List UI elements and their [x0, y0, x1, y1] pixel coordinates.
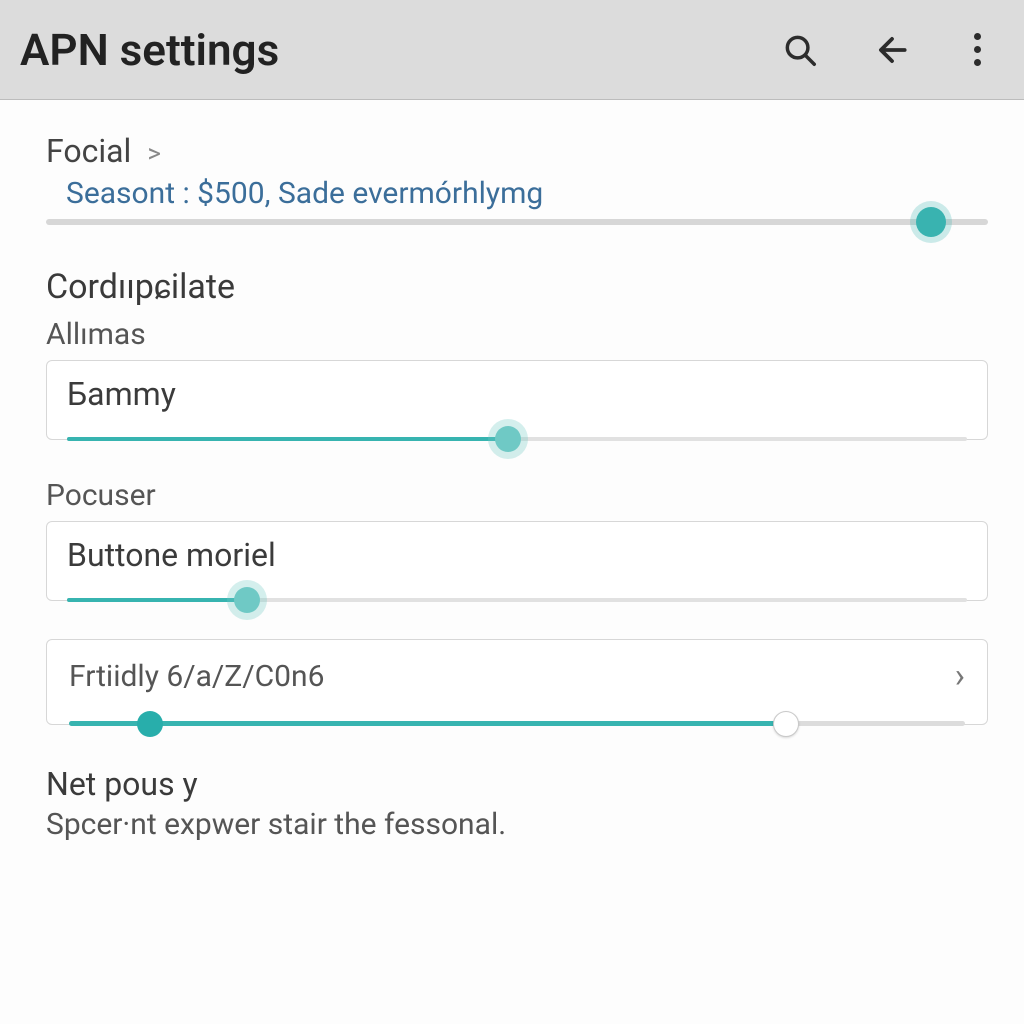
chevron-right-icon: › [955, 656, 965, 696]
frtidly-range-thumb-high[interactable] [773, 711, 799, 737]
pocuser-input[interactable]: Buttone moriel [46, 521, 988, 601]
allimas-value: Бammy [67, 375, 967, 413]
net-pousy-title: Net pous y [46, 765, 988, 803]
app-bar-actions [778, 28, 1004, 72]
pocuser-value: Buttone moriel [67, 536, 967, 574]
frtidly-range[interactable] [69, 721, 965, 726]
frtidly-range-fill [69, 721, 786, 726]
content-area: Focial > Seasont : $500, Sade evermórhly… [0, 100, 1024, 862]
breadcrumb-label: Focial [46, 132, 131, 170]
allimas-label: Allımas [46, 317, 988, 352]
frtidly-row[interactable]: Frtiidly 6/a/Z/C0n6 › [46, 639, 988, 725]
back-icon[interactable] [870, 28, 914, 72]
search-icon[interactable] [778, 28, 822, 72]
breadcrumb-subtext[interactable]: Seasont : $500, Sade evermórhlymg [66, 176, 988, 211]
pocuser-slider-fill [67, 598, 247, 602]
pocuser-slider-thumb[interactable] [234, 587, 260, 613]
app-bar: APN settings [0, 0, 1024, 100]
top-slider[interactable] [46, 219, 988, 225]
page-title: APN settings [20, 24, 778, 76]
pocuser-label: Pocuser [46, 478, 988, 513]
allimas-slider-fill [67, 437, 508, 441]
allimas-input[interactable]: Бammy [46, 360, 988, 440]
pocuser-slider[interactable] [67, 598, 967, 602]
allimas-slider-thumb[interactable] [495, 426, 521, 452]
section-cordupilate-title: Cordııpɕilate [46, 267, 988, 307]
more-options-icon[interactable] [962, 28, 992, 72]
frtidly-range-thumb-low[interactable] [137, 711, 163, 737]
net-pousy-desc: Spcer·nt expwer stair the fessonal. [46, 807, 988, 842]
breadcrumb[interactable]: Focial > [46, 132, 988, 170]
frtidly-value: Frtiidly 6/a/Z/C0n6 [69, 659, 955, 694]
chevron-right-icon: > [147, 139, 161, 169]
top-slider-thumb[interactable] [916, 207, 946, 237]
allimas-slider[interactable] [67, 437, 967, 441]
